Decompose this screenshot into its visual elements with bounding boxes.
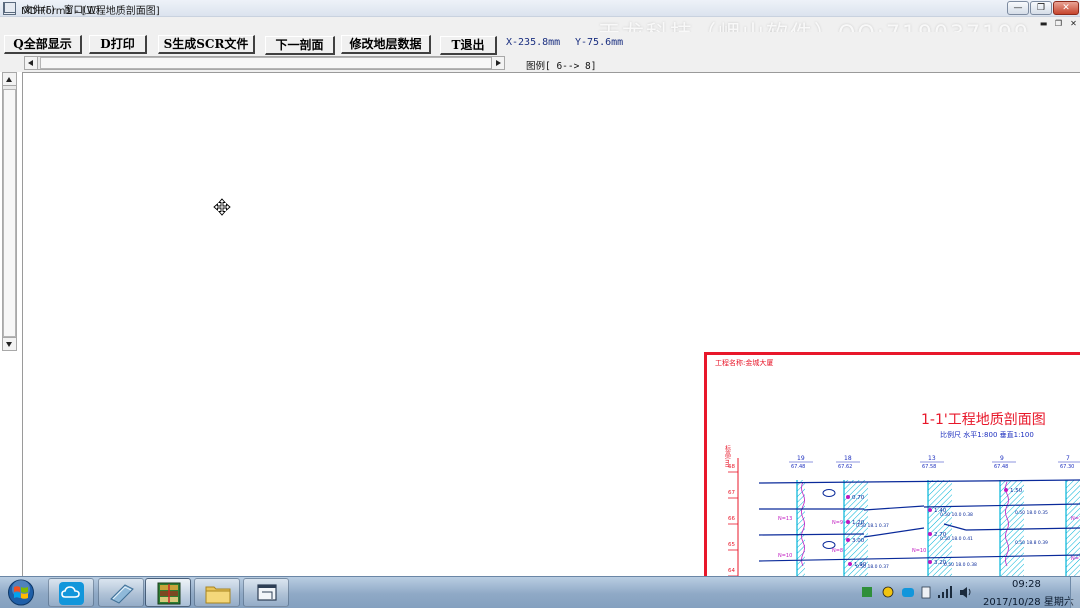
n-value-label: N=13 bbox=[778, 516, 792, 522]
tray-qq-icon[interactable] bbox=[883, 587, 893, 597]
geological-section-drawing[interactable]: 工程名称:金城大厦 1-1'工程地质剖面图 比例尺 水平1:800 垂直1:10… bbox=[704, 352, 1080, 576]
clock-date[interactable]: 2017/10/28 星期六 bbox=[983, 593, 1074, 608]
test-value-label: 0.50 18.8 0.39 bbox=[1015, 540, 1048, 546]
n-value-label: N=9 bbox=[832, 520, 843, 526]
show-desktop-button[interactable] bbox=[1070, 577, 1080, 608]
n-value-label: N=7.3 bbox=[1071, 516, 1080, 522]
borehole-number: 19 bbox=[797, 455, 805, 462]
system-tray[interactable] bbox=[858, 580, 986, 604]
mdi-restore-icon[interactable]: ❐ bbox=[1053, 18, 1064, 30]
depth-marker bbox=[928, 532, 932, 536]
n-value-label: N=10 bbox=[912, 548, 926, 554]
depth-marker bbox=[846, 520, 850, 524]
n-value-label: N=8 bbox=[832, 548, 843, 554]
borehole-column bbox=[1000, 480, 1024, 576]
test-value-label: 0.50 18.0 0.35 bbox=[1015, 510, 1048, 516]
taskbar-app-geology[interactable] bbox=[145, 578, 191, 607]
mdi-child-icon[interactable] bbox=[4, 2, 16, 13]
folder-icon bbox=[195, 579, 241, 608]
print-button[interactable]: D打印 bbox=[89, 35, 147, 54]
tray-app-icon[interactable] bbox=[862, 587, 872, 597]
mdi-minimize-icon[interactable]: ▬ bbox=[1038, 18, 1049, 30]
scroll-right-icon[interactable] bbox=[491, 56, 505, 70]
taskbar-app-notepad[interactable] bbox=[98, 578, 144, 607]
depth-marker bbox=[928, 508, 932, 512]
n-value-label: N=10 bbox=[778, 553, 792, 559]
taskbar-app-cloud[interactable] bbox=[48, 578, 94, 607]
mdi-close-icon[interactable]: ✕ bbox=[1068, 18, 1079, 30]
close-button[interactable]: ✕ bbox=[1053, 1, 1079, 15]
cloud-icon bbox=[49, 579, 95, 608]
tray-device-icon[interactable] bbox=[922, 587, 930, 598]
depth-marker bbox=[846, 538, 850, 542]
tray-network-icon[interactable] bbox=[938, 586, 952, 598]
elevation-tick-label: 68 bbox=[728, 464, 735, 470]
taskbar-app-mdiform[interactable] bbox=[243, 578, 289, 607]
coord-x-readout: X-235.8mm bbox=[506, 37, 560, 48]
legend-range-label: 图例[ 6--> 8] bbox=[526, 58, 596, 72]
window-icon bbox=[244, 579, 290, 608]
borehole-number: 13 bbox=[928, 455, 936, 462]
menu-file[interactable]: 文件(F) bbox=[23, 2, 55, 16]
borehole-number: 7 bbox=[1066, 455, 1070, 462]
scroll-left-icon[interactable] bbox=[24, 56, 38, 70]
depth-label: 0.70 bbox=[852, 495, 865, 501]
horizontal-scroll-thumb[interactable] bbox=[40, 57, 493, 69]
test-value-label: 0.50 10.0 0.38 bbox=[940, 512, 973, 518]
borehole-number: 9 bbox=[1000, 455, 1004, 462]
menu-window[interactable]: 窗口(W) bbox=[64, 2, 100, 16]
borehole-elevation: 67.48 bbox=[994, 464, 1008, 470]
elevation-tick-label: 65 bbox=[728, 542, 735, 548]
minimize-icon: — bbox=[1014, 3, 1023, 13]
scroll-down-icon[interactable] bbox=[2, 337, 17, 351]
borehole-number: 18 bbox=[844, 455, 852, 462]
borehole-elevation: 67.58 bbox=[922, 464, 936, 470]
elevation-tick-label: 66 bbox=[728, 516, 735, 522]
depth-marker bbox=[848, 562, 852, 566]
maximize-icon: ❐ bbox=[1037, 3, 1045, 13]
vertical-scroll-thumb[interactable] bbox=[3, 89, 16, 337]
project-name: 工程名称:金城大厦 bbox=[715, 358, 773, 367]
test-value-label: 0.50 18.0 0.38 bbox=[944, 562, 977, 568]
exit-button[interactable]: T退出 bbox=[440, 36, 497, 55]
tray-volume-wave bbox=[969, 589, 970, 595]
title-bar bbox=[0, 0, 1080, 17]
test-value-label: 0.50 18.0 0.37 bbox=[856, 564, 889, 570]
depth-label: 1.50 bbox=[1010, 488, 1023, 494]
scroll-up-icon[interactable] bbox=[2, 72, 17, 86]
test-value-label: 0.50 18.1 0.37 bbox=[856, 523, 889, 529]
geology-app-icon bbox=[146, 579, 192, 608]
elevation-tick-label: 64 bbox=[728, 568, 735, 574]
taskbar-app-explorer[interactable] bbox=[194, 578, 240, 607]
drawing-scale: 比例尺 水平1:800 垂直1:100 bbox=[940, 430, 1034, 439]
borehole-elevation: 67.62 bbox=[838, 464, 852, 470]
elevation-tick-label: 67 bbox=[728, 490, 735, 496]
depth-marker bbox=[1004, 488, 1008, 492]
minimize-button[interactable]: — bbox=[1007, 1, 1029, 15]
coord-y-readout: Y-75.6mm bbox=[575, 37, 623, 48]
maximize-button[interactable]: ❐ bbox=[1030, 1, 1052, 15]
tray-cloud-icon[interactable] bbox=[902, 588, 914, 597]
borehole-elevation: 67.30 bbox=[1060, 464, 1074, 470]
next-section-button[interactable]: 下一剖面 bbox=[265, 36, 335, 55]
generate-scr-button[interactable]: S生成SCR文件 bbox=[158, 35, 255, 54]
depth-marker bbox=[928, 560, 932, 564]
borehole-elevation: 67.48 bbox=[791, 464, 805, 470]
depth-label: 3.00 bbox=[852, 538, 865, 544]
drawing-title: 1-1'工程地质剖面图 bbox=[921, 412, 1046, 428]
close-icon: ✕ bbox=[1062, 3, 1070, 13]
depth-marker bbox=[846, 495, 850, 499]
modify-layer-data-button[interactable]: 修改地层数据 bbox=[341, 35, 431, 54]
show-all-button[interactable]: Q全部显示 bbox=[4, 35, 82, 54]
notepad-icon bbox=[99, 579, 145, 608]
windows-start-icon[interactable] bbox=[6, 579, 36, 606]
n-value-label: N=7 bbox=[1071, 556, 1080, 562]
move-cursor-icon bbox=[213, 198, 231, 216]
tray-volume-icon[interactable] bbox=[960, 587, 967, 598]
clock-time[interactable]: 09:28 bbox=[1012, 579, 1041, 590]
test-value-label: 0.50 18.0 0.41 bbox=[940, 536, 973, 542]
